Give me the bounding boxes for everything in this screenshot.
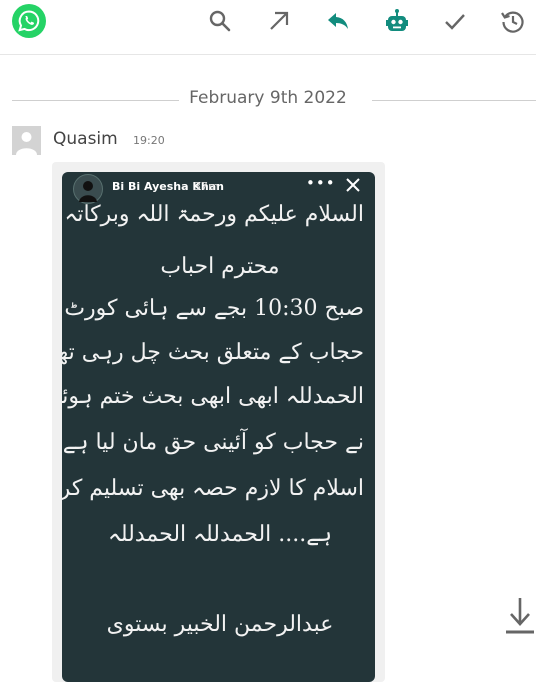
check-icon[interactable] xyxy=(442,8,468,34)
story-header: Bi Bi Ayesha Khan 37m ••• xyxy=(62,172,375,204)
story-text-line: محترم احباب xyxy=(160,254,280,279)
story-text-line: السلام علیکم ورحمۃ اللہ وبرکاتہ xyxy=(64,202,364,227)
top-toolbar xyxy=(0,0,536,55)
history-icon[interactable] xyxy=(500,8,526,34)
story-text-line: صبح 10:30 بجے سے ہائی کورٹ میں xyxy=(62,296,364,321)
story-image[interactable]: Bi Bi Ayesha Khan 37m ••• السلام علیکم و… xyxy=(62,172,375,682)
reply-icon[interactable] xyxy=(325,8,351,34)
date-separator: February 9th 2022 xyxy=(0,88,536,112)
forward-arrow-icon[interactable] xyxy=(266,8,292,34)
story-text-line: اسلام کا لازم حصہ بھی تسلیم کر لیا گیا xyxy=(62,476,364,501)
search-icon[interactable] xyxy=(207,8,233,34)
date-label: February 9th 2022 xyxy=(179,88,357,108)
story-age: 37m xyxy=(194,180,219,193)
sender-name[interactable]: Quasim xyxy=(53,129,118,149)
story-text-line: عبدالرحمن الخبیر بستوی xyxy=(106,612,334,637)
story-text-line: نے حجاب کو آئینی حق مان لیا ہے بلکہ xyxy=(62,430,364,455)
message-time: 19:20 xyxy=(133,134,165,147)
avatar[interactable] xyxy=(12,126,41,155)
close-icon[interactable] xyxy=(344,176,362,194)
story-text-line: ہے.... الحمدللہ الحمدللہ xyxy=(107,522,333,547)
whatsapp-icon[interactable] xyxy=(12,4,46,38)
bot-icon[interactable] xyxy=(384,8,410,34)
story-text-line: حجاب کے متعلق بحث چل رہی تھی xyxy=(62,340,364,365)
story-author-avatar xyxy=(73,174,103,204)
more-options-icon[interactable]: ••• xyxy=(306,174,336,192)
scroll-to-bottom-icon[interactable] xyxy=(504,596,536,636)
story-text-line: الحمدللہ ابھی ابھی بحث ختم ہوئی جج xyxy=(62,384,364,409)
